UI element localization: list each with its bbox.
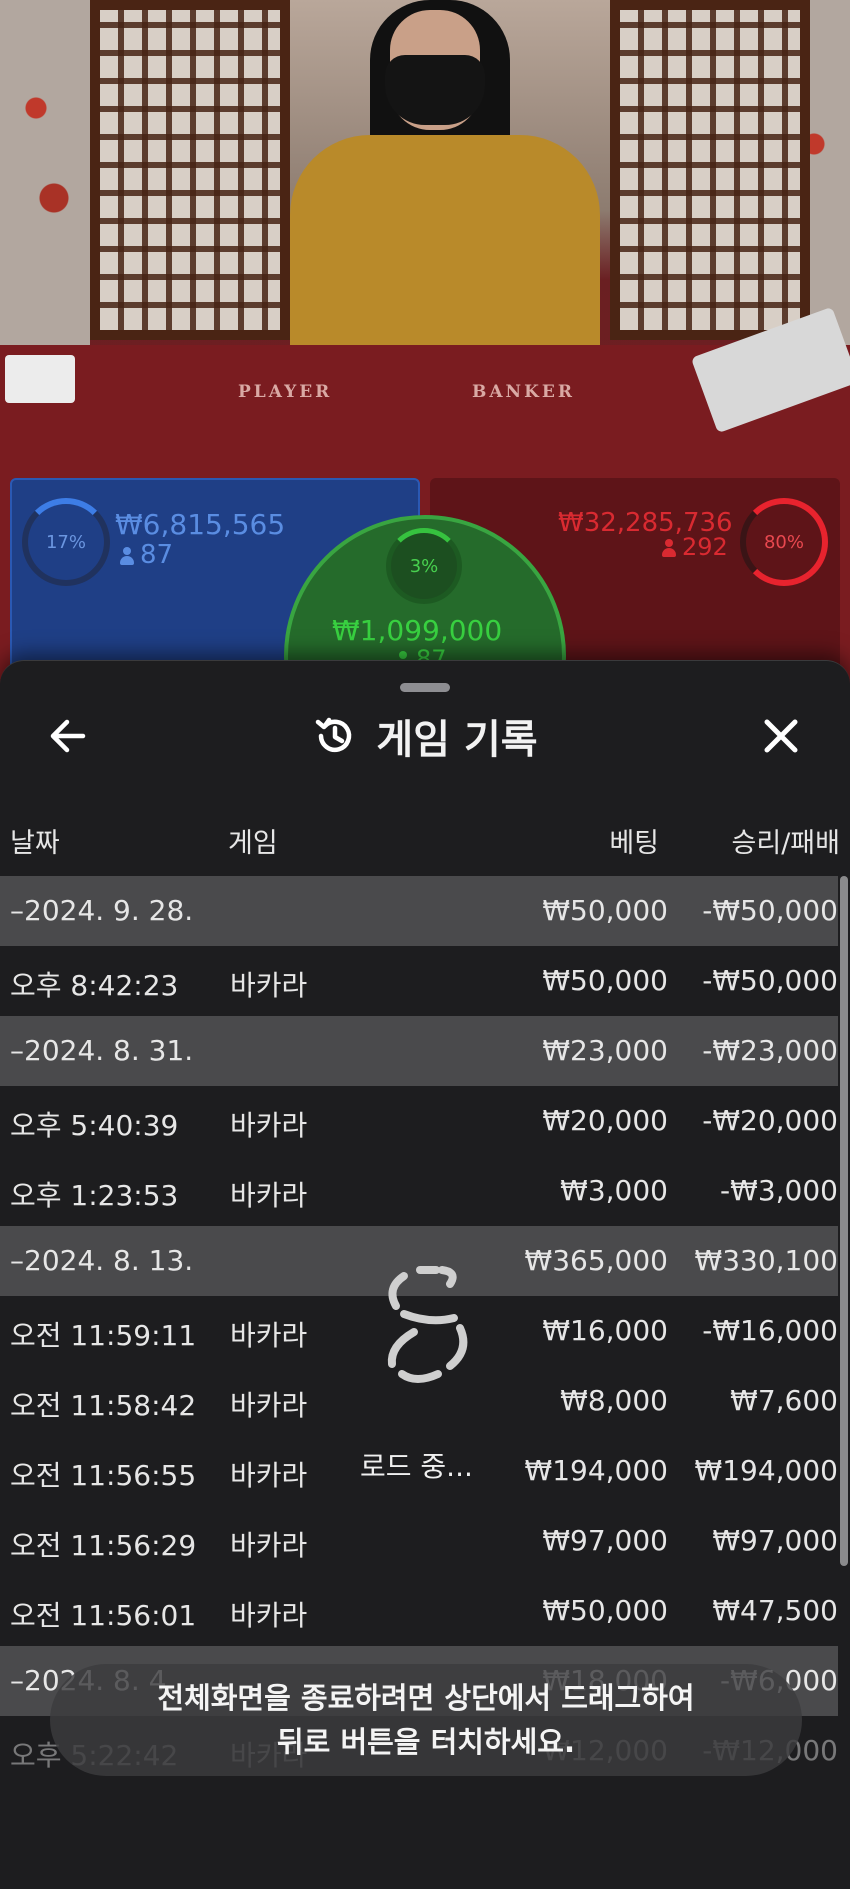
close-icon [764,719,798,753]
player-pct: 17% [45,531,86,553]
cell-win-loss: -₩3,000 [720,1174,838,1207]
column-header-date: 날짜 [10,828,60,859]
cell-game: 바카라 [230,969,308,1002]
user-icon [662,539,676,557]
close-button[interactable] [756,711,806,761]
user-icon [120,547,134,565]
history-row[interactable]: 오전 11:56:01 바카라 ₩50,000 ₩47,500 [0,1576,838,1646]
cell-game: 바카라 [230,1109,308,1142]
cell-bet: ₩365,000 [524,1244,668,1277]
tie-amount: ₩1,099,000 [332,614,503,647]
loading-text: 로드 중... [360,1450,473,1483]
cell-date: 오전 11:56:55 [10,1459,197,1492]
fullscreen-exit-toast: 전체화면을 종료하려면 상단에서 드래그하여 뒤로 버튼을 터치하세요. [50,1664,802,1776]
cell-bet: ₩50,000 [542,1594,668,1627]
cell-bet: ₩20,000 [542,1104,668,1137]
history-icon [316,717,352,753]
lattice-screen-left [90,0,290,340]
cell-bet: ₩8,000 [560,1384,668,1417]
column-header-game: 게임 [228,828,278,859]
cell-win-loss: -₩50,000 [702,964,838,997]
cell-game: 바카라 [230,1319,308,1352]
cell-bet: ₩23,000 [542,1034,668,1067]
player-count: 87 [120,540,173,570]
cell-bet: ₩50,000 [542,894,668,927]
cell-game: 바카라 [230,1459,308,1492]
cell-date: 오후 8:42:23 [10,969,179,1002]
cell-win-loss: ₩194,000 [694,1454,838,1487]
loading-spinner-icon [387,1266,468,1383]
column-header-bet: 베팅 [609,828,659,859]
cell-date: –2024. 8. 13. [10,1244,194,1277]
dealer [290,0,650,360]
date-group-row[interactable]: –2024. 8. 31. ₩23,000 -₩23,000 [0,1016,838,1086]
sheet-header: 게임 기록 [0,711,850,763]
felt-player-label: PLAYER [238,382,333,402]
player-pct-ring: 17% [22,498,110,586]
cell-game: 바카라 [230,1179,308,1212]
cell-bet: ₩50,000 [542,964,668,997]
cell-bet: ₩194,000 [524,1454,668,1487]
history-row[interactable]: 오후 5:40:39 바카라 ₩20,000 -₩20,000 [0,1086,838,1156]
cell-date: –2024. 9. 28. [10,894,194,927]
cell-win-loss: ₩47,500 [712,1594,838,1627]
scrollbar[interactable] [840,876,848,1566]
cell-win-loss: ₩7,600 [730,1384,838,1417]
cell-win-loss: -₩20,000 [702,1104,838,1137]
cell-win-loss: ₩330,100 [694,1244,838,1277]
cell-game: 바카라 [230,1529,308,1562]
cell-date: 오후 5:40:39 [10,1109,179,1142]
cell-date: 오전 11:56:29 [10,1529,197,1562]
column-header-win-loss: 승리/패배 [731,828,840,859]
banker-pct-ring: 80% [740,498,828,586]
cell-bet: ₩16,000 [542,1314,668,1347]
tie-pct-ring: 3% [386,528,462,604]
cell-win-loss: -₩23,000 [702,1034,838,1067]
tie-pct: 3% [409,555,439,577]
cell-date: 오전 11:56:01 [10,1599,197,1632]
cell-date: 오후 1:23:53 [10,1179,179,1212]
cell-game: 바카라 [230,1389,308,1422]
arrow-left-icon [50,719,86,753]
cell-win-loss: ₩97,000 [712,1524,838,1557]
cell-win-loss: -₩50,000 [702,894,838,927]
banker-pct: 80% [763,531,804,553]
cell-bet: ₩3,000 [560,1174,668,1207]
toast-line-1: 전체화면을 종료하려면 상단에서 드래그하여 [157,1681,695,1715]
card-stack [5,355,75,403]
cell-date: –2024. 8. 31. [10,1034,194,1067]
cell-win-loss: -₩16,000 [702,1314,838,1347]
cell-date: 오전 11:59:11 [10,1319,197,1352]
blossom-backdrop-left [0,0,90,360]
felt-banker-label: BANKER [472,382,575,402]
history-row[interactable]: 오전 11:56:29 바카라 ₩97,000 ₩97,000 [0,1506,838,1576]
player-count-value: 87 [140,540,174,570]
cell-date: 오전 11:58:42 [10,1389,197,1422]
cell-bet: ₩97,000 [542,1524,668,1557]
back-button[interactable] [42,711,92,761]
sheet-drag-handle[interactable] [400,683,450,692]
history-row[interactable]: 오후 1:23:53 바카라 ₩3,000 -₩3,000 [0,1156,838,1226]
date-group-row[interactable]: –2024. 9. 28. ₩50,000 -₩50,000 [0,876,838,946]
banker-count: 292 [662,533,728,561]
banker-count-value: 292 [682,533,728,561]
history-row[interactable]: 오후 8:42:23 바카라 ₩50,000 -₩50,000 [0,946,838,1016]
cell-game: 바카라 [230,1599,308,1632]
sheet-title: 게임 기록 [376,717,538,763]
toast-line-2: 뒤로 버튼을 터치하세요. [276,1725,575,1759]
player-amount: ₩6,815,565 [115,508,286,541]
